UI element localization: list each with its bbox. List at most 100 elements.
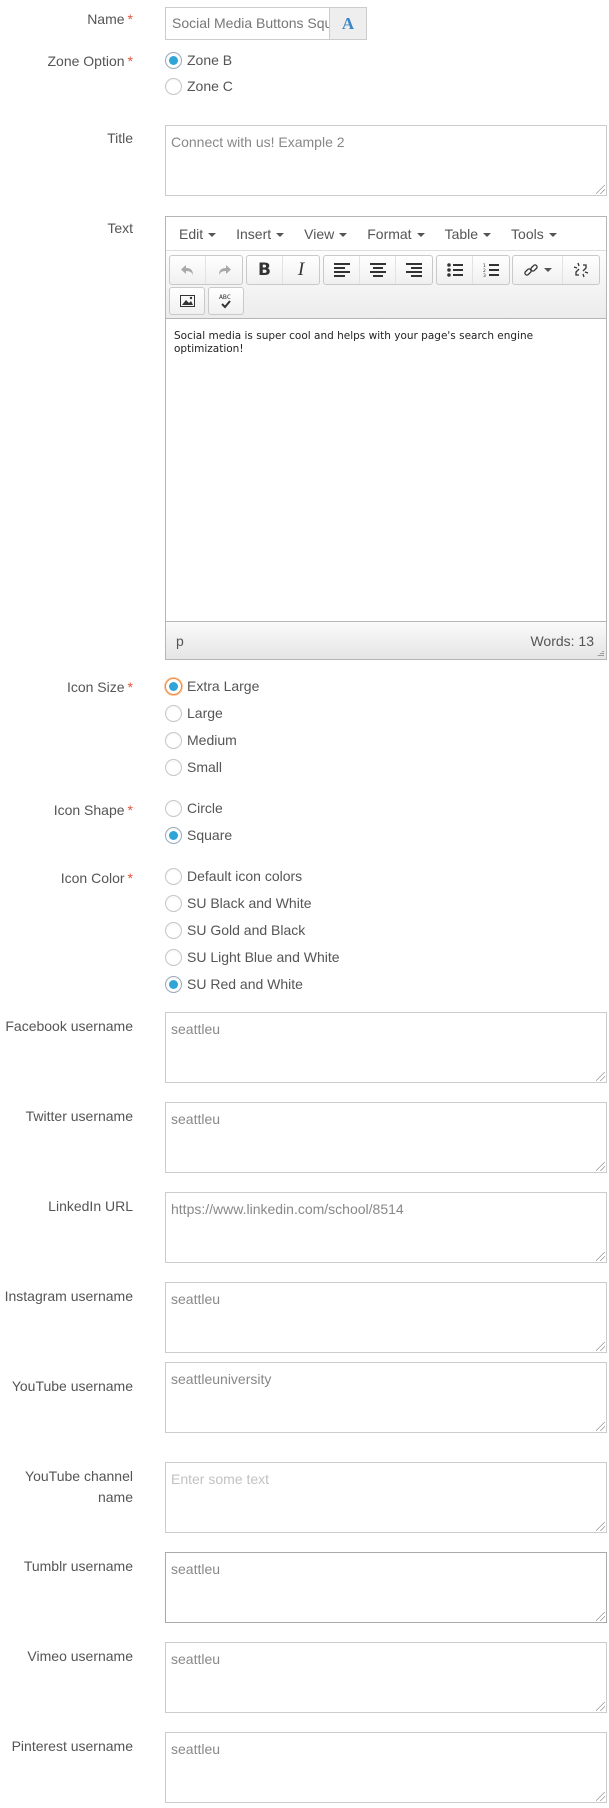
radio-unchecked-icon[interactable] (165, 921, 182, 939)
image-button[interactable] (169, 287, 205, 315)
youtube-channel-textarea[interactable]: Enter some text (165, 1462, 607, 1533)
twitter-label: Twitter username (25, 1108, 133, 1124)
required-asterisk: * (127, 802, 133, 818)
radio-unchecked-icon[interactable] (165, 704, 182, 722)
link-button[interactable] (513, 256, 563, 284)
menu-view[interactable]: View (297, 224, 354, 244)
radio-extra-large[interactable]: Extra Large (165, 676, 259, 696)
resize-handle-icon[interactable] (596, 650, 604, 657)
caret-down-icon (544, 268, 552, 272)
align-right-icon (406, 263, 422, 277)
resize-handle-icon[interactable] (596, 1072, 605, 1081)
linkedin-textarea[interactable]: https://www.linkedin.com/school/8514 (165, 1192, 607, 1263)
twitter-textarea[interactable]: seattleu (165, 1102, 607, 1173)
media-group: ABC (169, 287, 244, 317)
resize-handle-icon[interactable] (596, 1252, 605, 1261)
radio-unchecked-icon[interactable] (165, 731, 182, 749)
radio-zone-c[interactable]: Zone C (165, 76, 233, 96)
radio-default-icon-colors[interactable]: Default icon colors (165, 866, 302, 886)
pinterest-textarea[interactable]: seattleu (165, 1732, 607, 1803)
resize-handle-icon[interactable] (596, 1522, 605, 1531)
radio-checked-icon[interactable] (165, 826, 182, 844)
facebook-label: Facebook username (5, 1018, 133, 1034)
name-label: Name * (87, 11, 133, 27)
radio-su-red-white[interactable]: SU Red and White (165, 974, 303, 994)
name-input[interactable]: Social Media Buttons Squ (165, 7, 329, 40)
italic-icon: I (297, 259, 305, 280)
list-group: 123 (436, 255, 510, 285)
resize-handle-icon[interactable] (596, 1792, 605, 1801)
rich-text-editor: Edit Insert View Format Table Tools B I (165, 216, 607, 660)
radio-su-black-white[interactable]: SU Black and White (165, 893, 312, 913)
align-left-icon (333, 263, 350, 277)
vimeo-label: Vimeo username (27, 1648, 133, 1664)
caret-down-icon (208, 232, 217, 237)
radio-zone-b[interactable]: Zone B (165, 50, 232, 70)
resize-handle-icon[interactable] (596, 1702, 605, 1711)
radio-unchecked-icon[interactable] (165, 799, 182, 817)
required-asterisk: * (127, 53, 133, 69)
radio-su-gold-black[interactable]: SU Gold and Black (165, 920, 305, 940)
font-A-icon[interactable]: A (329, 7, 367, 40)
svg-text:3: 3 (483, 273, 486, 277)
bold-icon: B (258, 260, 271, 280)
image-icon (179, 295, 195, 307)
element-path[interactable]: p (176, 633, 184, 649)
radio-unchecked-icon[interactable] (165, 867, 182, 885)
radio-large[interactable]: Large (165, 703, 223, 723)
radio-unchecked-icon[interactable] (165, 948, 182, 966)
unlink-button[interactable] (563, 256, 599, 284)
radio-circle[interactable]: Circle (165, 798, 223, 818)
menu-tools[interactable]: Tools (504, 224, 564, 244)
resize-handle-icon[interactable] (596, 1342, 605, 1351)
youtube-textarea[interactable]: seattleuniversity (165, 1362, 607, 1433)
menu-edit[interactable]: Edit (172, 224, 223, 244)
required-asterisk: * (127, 870, 133, 886)
svg-text:ABC: ABC (219, 293, 231, 301)
text-style-group: B I (246, 255, 320, 285)
spellcheck-button[interactable]: ABC (208, 287, 244, 315)
align-right-button[interactable] (396, 256, 432, 284)
title-label: Title (107, 130, 133, 146)
redo-button[interactable] (206, 256, 242, 284)
radio-su-light-blue-white[interactable]: SU Light Blue and White (165, 947, 340, 967)
resize-handle-icon[interactable] (596, 1612, 605, 1621)
radio-checked-icon[interactable] (165, 975, 182, 993)
tumblr-textarea[interactable]: seattleu (165, 1552, 607, 1623)
resize-handle-icon[interactable] (596, 1422, 605, 1431)
alignment-group (323, 255, 433, 285)
caret-down-icon (483, 232, 492, 237)
resize-handle-icon[interactable] (596, 1162, 605, 1171)
unlink-icon (573, 262, 589, 278)
required-asterisk: * (127, 679, 133, 695)
menu-table[interactable]: Table (438, 224, 498, 244)
required-asterisk: * (127, 11, 133, 27)
radio-unchecked-icon[interactable] (165, 894, 182, 912)
caret-down-icon (276, 232, 285, 237)
vimeo-textarea[interactable]: seattleu (165, 1642, 607, 1713)
align-center-button[interactable] (360, 256, 396, 284)
radio-medium[interactable]: Medium (165, 730, 237, 750)
radio-checked-icon[interactable] (165, 677, 182, 695)
radio-square[interactable]: Square (165, 825, 232, 845)
undo-button[interactable] (170, 256, 206, 284)
menu-format[interactable]: Format (360, 224, 431, 244)
italic-button[interactable]: I (283, 256, 319, 284)
radio-unchecked-icon[interactable] (165, 758, 182, 776)
radio-checked-icon[interactable] (165, 51, 182, 69)
radio-unchecked-icon[interactable] (165, 77, 182, 95)
bullet-list-button[interactable] (437, 256, 473, 284)
text-label: Text (107, 220, 133, 236)
bold-button[interactable]: B (247, 256, 283, 284)
radio-small[interactable]: Small (165, 757, 222, 777)
resize-handle-icon[interactable] (596, 185, 605, 194)
word-count: Words: 13 (530, 632, 594, 649)
editor-content[interactable]: Social media is super cool and helps wit… (166, 320, 606, 620)
caret-down-icon (548, 232, 557, 237)
title-textarea[interactable]: Connect with us! Example 2 (165, 125, 607, 196)
numbered-list-button[interactable]: 123 (473, 256, 509, 284)
instagram-textarea[interactable]: seattleu (165, 1282, 607, 1353)
menu-insert[interactable]: Insert (229, 224, 291, 244)
facebook-textarea[interactable]: seattleu (165, 1012, 607, 1083)
align-left-button[interactable] (324, 256, 360, 284)
